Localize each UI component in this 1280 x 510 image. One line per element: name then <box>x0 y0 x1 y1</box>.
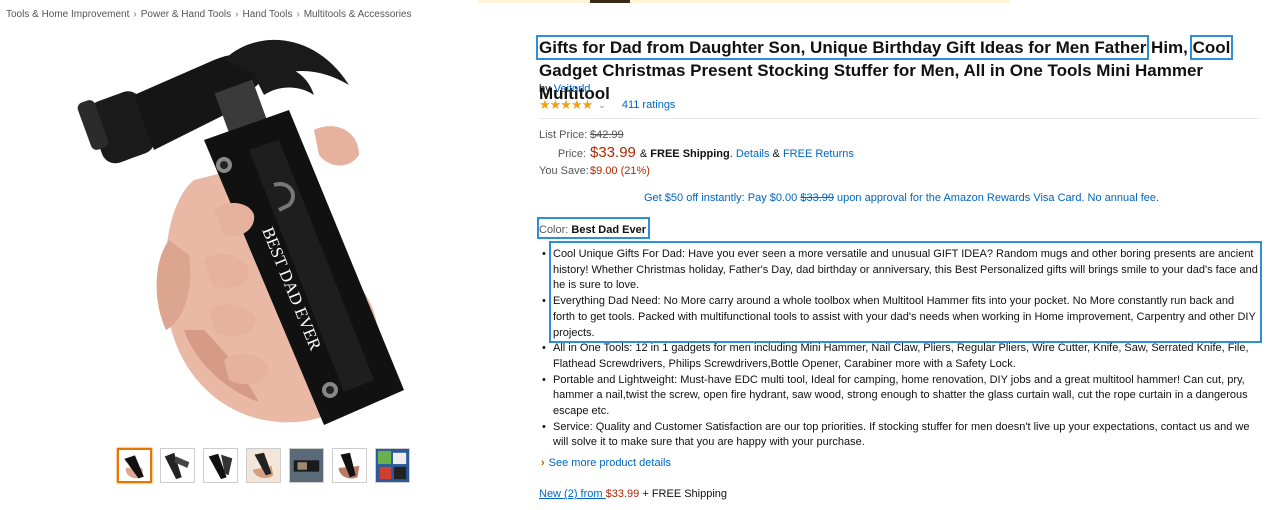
feature-bullet: All in One Tools: 12 in 1 gadgets for me… <box>539 341 1259 372</box>
chevron-right-icon: › <box>541 457 545 469</box>
ratings-count-link[interactable]: 411 ratings <box>622 99 676 111</box>
promo-text-post: upon approval for the Amazon Rewards Vis… <box>834 192 1160 204</box>
feature-bullet: Service: Quality and Customer Satisfacti… <box>539 420 1259 451</box>
free-shipping-label: FREE Shipping <box>650 148 730 160</box>
color-label: Color: <box>539 224 572 236</box>
thumbnail-6[interactable] <box>332 448 367 483</box>
credit-card-promo-link[interactable]: Get $50 off instantly: Pay $0.00 $33.99 … <box>644 192 1159 204</box>
top-banner-mark <box>590 0 630 3</box>
feature-bullet: Cool Unique Gifts For Dad: Have you ever… <box>539 247 1259 294</box>
color-selection: Color: Best Dad Ever <box>539 224 646 236</box>
breadcrumb-item[interactable]: Hand Tools <box>243 9 293 20</box>
breadcrumb-item[interactable]: Tools & Home Improvement <box>6 9 129 20</box>
price-row: Price: $33.99 & FREE Shipping. Details &… <box>539 144 854 163</box>
see-more-details-link[interactable]: › See more product details <box>541 457 671 469</box>
thumbnail-4[interactable] <box>246 448 281 483</box>
thumbnail-5[interactable] <box>289 448 324 483</box>
you-save-label: You Save: <box>539 165 589 177</box>
list-price-row: List Price: $42.99 <box>539 127 854 144</box>
breadcrumb-separator: › <box>133 9 137 20</box>
price-value: $33.99 <box>590 144 636 161</box>
divider <box>539 118 1259 119</box>
promo-text-pre: Get $50 off instantly: Pay $0.00 <box>644 192 801 204</box>
breadcrumb-separator: › <box>235 9 239 20</box>
new-offers-link[interactable]: New (2) from <box>539 488 606 500</box>
thumbnail-2[interactable] <box>160 448 195 483</box>
byline: by Veitorld <box>539 83 590 95</box>
thumbnail-1[interactable] <box>117 448 152 483</box>
title-highlight-1: Gifts for Dad from Daughter Son, Unique … <box>535 35 1150 60</box>
you-save-value: $9.00 (21%) <box>590 165 650 177</box>
feature-bullet: Portable and Lightweight: Must-have EDC … <box>539 373 1259 420</box>
rating-row: ★★★★★ ⌄ 411 ratings <box>539 97 675 113</box>
price-label: Price: <box>557 148 586 160</box>
by-label: by <box>539 83 554 95</box>
breadcrumb: Tools & Home Improvement › Power & Hand To… <box>6 9 412 20</box>
price-box: List Price: $42.99 Price: $33.99 & FREE … <box>539 127 854 180</box>
top-banner-strip <box>478 0 1010 3</box>
thumbnail-7[interactable] <box>375 448 410 483</box>
breadcrumb-item[interactable]: Multitools & Accessories <box>304 9 412 20</box>
color-value: Best Dad Ever <box>571 224 646 236</box>
breadcrumb-separator: › <box>296 9 300 20</box>
promo-strike-price: $33.99 <box>800 192 834 204</box>
new-from-shipping: + FREE Shipping <box>639 488 728 500</box>
brand-link[interactable]: Veitorld <box>554 83 591 95</box>
breadcrumb-item[interactable]: Power & Hand Tools <box>141 9 231 20</box>
list-price-label: List Price: <box>539 129 588 141</box>
thumbnail-3[interactable] <box>203 448 238 483</box>
new-from-price: $33.99 <box>605 488 640 500</box>
title-text: Him, <box>1146 38 1193 57</box>
details-link[interactable]: Details <box>736 146 770 163</box>
star-rating-icon[interactable]: ★★★★★ <box>539 97 593 113</box>
free-returns-link[interactable]: FREE Returns <box>783 146 854 163</box>
you-save-row: You Save: $9.00 (21%) <box>539 163 854 180</box>
hammer-multitool-image: BEST DAD EVER <box>77 39 404 425</box>
chevron-down-icon[interactable]: ⌄ <box>598 100 606 111</box>
main-product-image[interactable]: BEST DAD EVER <box>74 30 448 430</box>
list-price-value: $42.99 <box>590 129 624 141</box>
new-from-offer: New (2) from $33.99 + FREE Shipping <box>539 488 727 500</box>
see-more-label: See more product details <box>548 457 671 469</box>
title-highlight-2: Cool <box>1189 35 1234 60</box>
feature-bullet: Everything Dad Need: No More carry aroun… <box>539 294 1259 341</box>
product-title: Gifts for Dad from Daughter Son, Unique … <box>535 35 1264 105</box>
thumbnail-strip <box>117 448 410 483</box>
feature-bullets: Cool Unique Gifts For Dad: Have you ever… <box>539 247 1259 451</box>
price-amp: & <box>639 148 648 160</box>
